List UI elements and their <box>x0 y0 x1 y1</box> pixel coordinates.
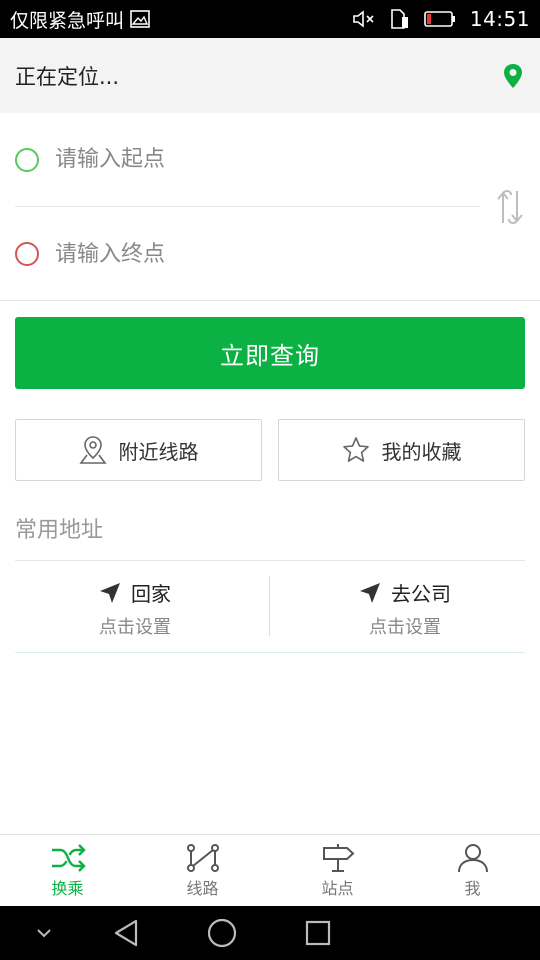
tab-transfer[interactable]: 换乘 <box>0 835 135 906</box>
favorites-label: 我的收藏 <box>381 439 462 464</box>
shuffle-icon <box>51 843 86 872</box>
end-point-input[interactable] <box>55 241 455 267</box>
sim-icon <box>391 9 408 29</box>
bottom-tab-bar: 换乘 线路 站点 我 <box>0 834 540 906</box>
query-button[interactable]: 立即查询 <box>15 317 525 389</box>
tab-me[interactable]: 我 <box>405 835 540 906</box>
divider <box>15 652 525 653</box>
nearby-routes-button[interactable]: 附近线路 <box>15 419 262 481</box>
tab-stations[interactable]: 站点 <box>270 835 405 906</box>
location-pin-icon[interactable] <box>503 63 523 89</box>
tab-me-label: 我 <box>464 878 481 898</box>
recents-icon[interactable] <box>298 906 338 960</box>
start-point-row[interactable] <box>15 113 480 207</box>
star-outline-icon <box>342 437 369 462</box>
home-icon[interactable] <box>202 906 242 960</box>
favorites-button[interactable]: 我的收藏 <box>278 419 525 481</box>
work-address-name: 去公司 <box>391 582 451 606</box>
divider <box>15 560 525 561</box>
end-point-row[interactable] <box>15 207 480 301</box>
work-address-hint: 点击设置 <box>369 617 441 638</box>
system-nav-bar <box>0 906 540 960</box>
common-address-title: 常用地址 <box>15 518 104 543</box>
route-icon <box>186 843 219 872</box>
home-address[interactable]: 回家 点击设置 <box>15 578 255 639</box>
home-address-hint: 点击设置 <box>99 617 171 638</box>
location-bar[interactable]: 正在定位... <box>0 38 540 113</box>
chevron-down-icon[interactable] <box>28 906 60 960</box>
tab-routes-label: 线路 <box>186 878 219 898</box>
carrier-info: 仅限紧急呼叫 <box>10 6 150 33</box>
image-icon <box>130 10 150 28</box>
tab-stations-label: 站点 <box>321 878 354 898</box>
location-text: 正在定位... <box>15 64 120 89</box>
swap-icon[interactable] <box>494 189 526 225</box>
mute-icon <box>353 10 374 28</box>
route-input-panel <box>0 113 540 301</box>
person-icon <box>457 843 488 872</box>
navigation-arrow-icon <box>100 582 120 603</box>
clock: 14:51 <box>469 7 530 31</box>
tab-transfer-label: 换乘 <box>51 878 84 898</box>
back-icon[interactable] <box>106 906 146 960</box>
carrier-text: 仅限紧急呼叫 <box>10 9 125 32</box>
start-point-input[interactable] <box>55 147 455 172</box>
work-address[interactable]: 去公司 点击设置 <box>285 578 525 639</box>
divider <box>269 576 270 636</box>
navigation-arrow-icon <box>360 582 380 603</box>
signpost-icon <box>322 843 354 872</box>
battery-icon <box>424 11 455 27</box>
end-dot-icon <box>15 242 39 266</box>
nearby-routes-label: 附近线路 <box>118 439 199 464</box>
start-dot-icon <box>15 147 39 172</box>
home-address-name: 回家 <box>131 582 171 606</box>
map-pin-outline-icon <box>78 436 107 464</box>
tab-routes[interactable]: 线路 <box>135 835 270 906</box>
status-bar: 仅限紧急呼叫 14:51 <box>0 0 540 38</box>
